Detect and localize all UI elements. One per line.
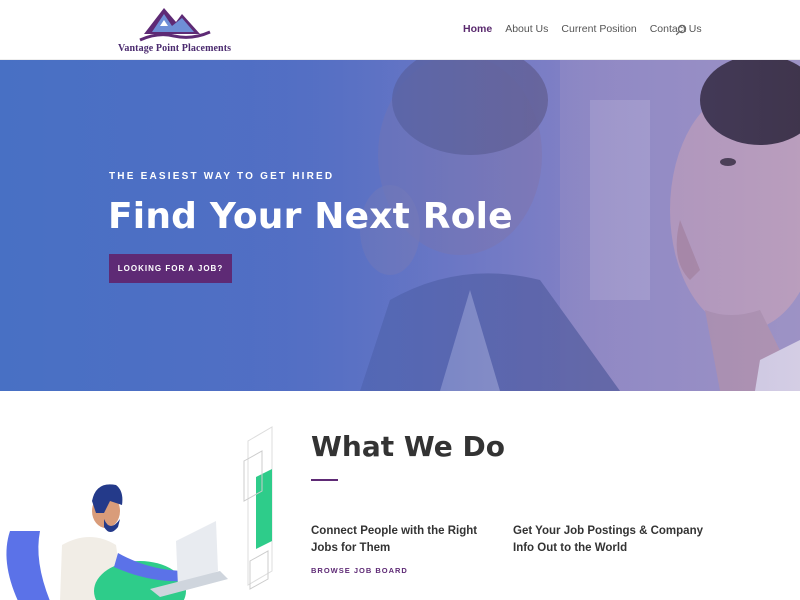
person-at-laptop-illustration bbox=[6, 426, 273, 600]
title-divider bbox=[311, 479, 338, 481]
feature-job-postings: Get Your Job Postings & Company Info Out… bbox=[513, 525, 703, 554]
section-title: What We Do bbox=[311, 430, 505, 463]
browse-job-board-link[interactable]: BROWSE JOB BOARD bbox=[311, 566, 408, 575]
looking-for-job-button[interactable]: LOOKING FOR A JOB? bbox=[109, 254, 232, 283]
hero-banner: THE EASIEST WAY TO GET HIRED Find Your N… bbox=[0, 60, 800, 391]
feature-connect-people: Connect People with the Right Jobs for T… bbox=[311, 525, 478, 554]
nav-current-position[interactable]: Current Position bbox=[561, 23, 636, 35]
nav-home[interactable]: Home bbox=[463, 23, 492, 35]
search-icon[interactable] bbox=[675, 24, 687, 36]
mountain-logo-icon bbox=[139, 8, 211, 42]
site-logo[interactable]: Vantage Point Placements bbox=[116, 2, 232, 58]
what-we-do-section: What We Do Connect People with the Right… bbox=[0, 391, 800, 600]
site-header: Vantage Point Placements Home About Us C… bbox=[0, 0, 800, 60]
nav-about-us[interactable]: About Us bbox=[505, 23, 548, 35]
hero-title: Find Your Next Role bbox=[108, 196, 513, 237]
hero-eyebrow: THE EASIEST WAY TO GET HIRED bbox=[109, 171, 335, 182]
logo-text: Vantage Point Placements bbox=[118, 43, 232, 54]
